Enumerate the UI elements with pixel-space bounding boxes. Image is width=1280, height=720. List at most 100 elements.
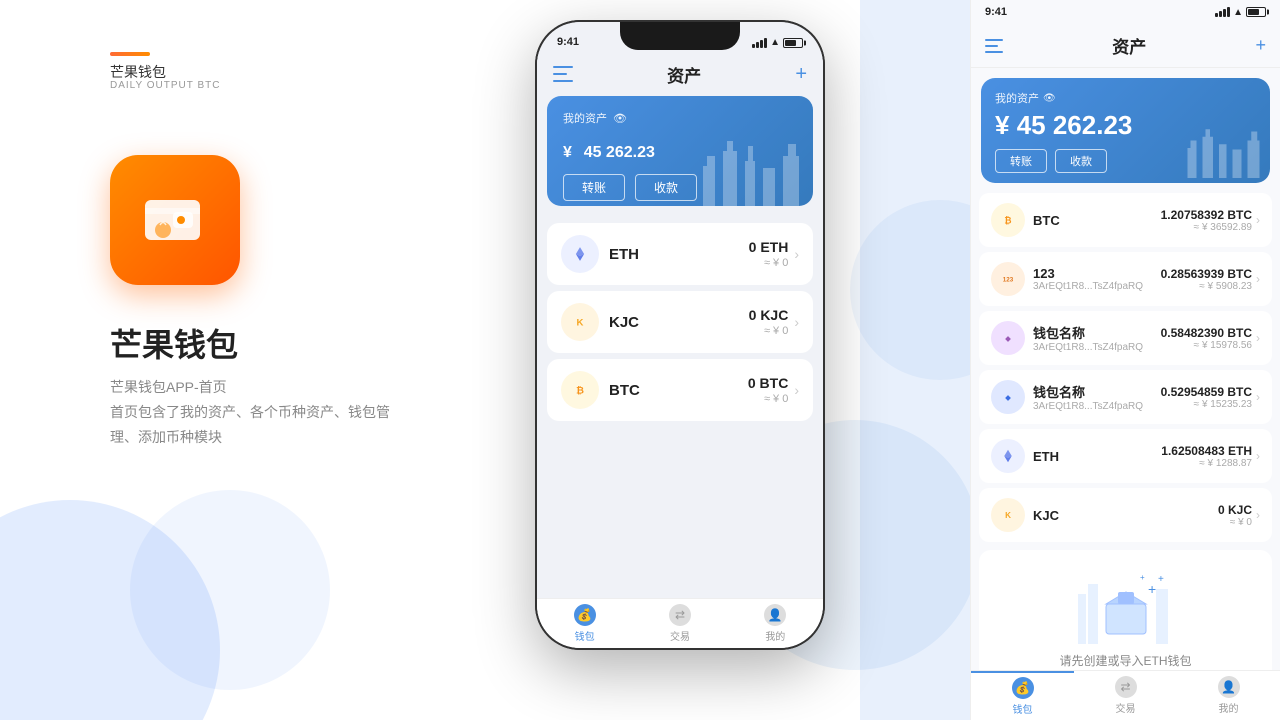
right-coin-item-123[interactable]: 123 123 3ArEQt1R8...TsZ4fpaRQ 0.28563939… [979,252,1272,306]
right-city-decoration [1180,113,1270,183]
right-header-title: 资产 [1112,33,1146,58]
app-icon [110,155,240,285]
right-add-button[interactable]: + [1255,35,1266,56]
svg-text:+: + [1158,574,1164,585]
phone-header: 资产 + [537,52,823,96]
app-name-small: 芒果钱包 [110,62,166,82]
phone-nav-wallet[interactable]: 💰 钱包 [537,599,632,648]
right-wallet2-icon: ◆ [991,380,1025,414]
right-wallet2-arrow-icon: › [1256,390,1260,404]
right-wallet2-info: 钱包名称 3ArEQt1R8...TsZ4fpaRQ [1033,382,1161,412]
right-nav-mine[interactable]: 👤 我的 [1177,671,1280,720]
right-btc-val: 1.20758392 BTC ≈ ¥ 36592.89 [1161,208,1252,233]
desc-line1: 芒果钱包APP-首页 [110,375,410,400]
svg-text:123: 123 [1003,277,1014,284]
app-title: 芒果钱包 [110,320,238,366]
phone-mine-icon: 👤 [764,604,786,626]
right-coin-item-kjc[interactable]: K KJC 0 KJC ≈ ¥ 0 › [979,488,1272,542]
phone-nav-mine[interactable]: 👤 我的 [728,599,823,648]
phone-menu-icon[interactable] [553,66,573,82]
right-wallet1-val: 0.58482390 BTC ≈ ¥ 15978.56 [1161,326,1252,351]
coin-item-kjc[interactable]: K KJC 0 KJC ≈ ¥ 0 › [547,291,813,353]
app-description: 芒果钱包APP-首页 首页包含了我的资产、各个币种资产、钱包管 理、添加币种模块 [110,375,410,451]
right-eth-info: ETH [1033,449,1161,464]
svg-text:K: K [577,318,584,329]
btc-icon: ₿ [561,371,599,409]
right-content: 我的资产 👁 ¥ 45 262.23 转账 收款 [971,68,1280,670]
phone-status-icons: ▲ [752,37,803,48]
svg-text:+: + [1140,573,1145,582]
right-eth-val: 1.62508483 ETH ≈ ¥ 1288.87 [1161,444,1252,469]
right-header: 资产 + [971,24,1280,68]
phone-area: 9:41 ▲ [490,20,870,710]
eth-wallet-section: + + + 请先创建或导入ETH钱包 创建 导入 [979,550,1272,670]
desc-line2: 首页包含了我的资产、各个币种资产、钱包管 [110,400,410,425]
phone-card-label: 我的资产 👁 [563,110,797,126]
svg-text:₿: ₿ [1004,215,1011,225]
right-coin-item-wallet1[interactable]: ◆ 钱包名称 3ArEQt1R8...TsZ4fpaRQ 0.58482390 … [979,311,1272,365]
phone-trade-icon: ⇄ [669,604,691,626]
right-kjc-arrow-icon: › [1256,508,1260,522]
coin-item-eth[interactable]: ETH 0 ETH ≈ ¥ 0 › [547,223,813,285]
right-123-info: 123 3ArEQt1R8...TsZ4fpaRQ [1033,266,1161,292]
phone-nav-trade[interactable]: ⇄ 交易 [632,599,727,648]
right-transfer-button[interactable]: 转账 [995,149,1047,173]
right-wallet1-info: 钱包名称 3ArEQt1R8...TsZ4fpaRQ [1033,323,1161,353]
kjc-icon: K [561,303,599,341]
coin-item-btc[interactable]: ₿ BTC 0 BTC ≈ ¥ 0 › [547,359,813,421]
svg-text:₿: ₿ [576,386,584,397]
svg-text:+: + [1148,581,1156,597]
right-eye-icon[interactable]: 👁 [1043,93,1056,104]
battery-icon [783,38,803,48]
right-eth-icon [991,439,1025,473]
phone-transfer-button[interactable]: 转账 [563,174,625,201]
btc-amount: 0 BTC ≈ ¥ 0 [748,375,788,405]
eth-arrow-icon: › [794,246,799,262]
eye-icon[interactable]: 👁 [613,112,627,125]
right-nav-wallet[interactable]: 💰 钱包 [971,671,1074,720]
right-time: 9:41 [985,6,1007,18]
eth-amount: 0 ETH ≈ ¥ 0 [749,239,789,269]
right-trade-icon: ⇄ [1115,676,1137,698]
phone-frame: 9:41 ▲ [535,20,825,650]
phone-screen: 9:41 ▲ [537,22,823,648]
right-statusbar: 9:41 ▲ [971,0,1280,24]
right-asset-card: 我的资产 👁 ¥ 45 262.23 转账 收款 [981,78,1270,183]
btc-info: BTC [609,382,748,399]
right-receive-button[interactable]: 收款 [1055,149,1107,173]
right-wallet1-icon: ◆ [991,321,1025,355]
right-card-label: 我的资产 👁 [995,90,1256,106]
wifi-icon: ▲ [770,37,780,48]
eth-info: ETH [609,246,749,263]
phone-header-title: 资产 [667,62,701,87]
city-decoration [693,126,813,206]
right-wallet1-arrow-icon: › [1256,331,1260,345]
phone-notch [620,22,740,50]
phone-time: 9:41 [557,36,579,48]
right-coin-item-eth[interactable]: ETH 1.62508483 ETH ≈ ¥ 1288.87 › [979,429,1272,483]
right-eth-arrow-icon: › [1256,449,1260,463]
right-wallet2-val: 0.52954859 BTC ≈ ¥ 15235.23 [1161,385,1252,410]
right-signal-icon [1215,7,1230,17]
right-bottom-nav: 💰 钱包 ⇄ 交易 👤 我的 [971,670,1280,720]
btc-arrow-icon: › [794,382,799,398]
phone-asset-card: 我的资产 👁 ¥ 45 262.23 转账 收款 [547,96,813,206]
phone-wallet-icon: 💰 [574,604,596,626]
bottom-circle-deco2 [130,490,330,690]
right-coin-item-btc[interactable]: ₿ BTC 1.20758392 BTC ≈ ¥ 36592.89 › [979,193,1272,247]
right-btc-arrow-icon: › [1256,213,1260,227]
right-coin-item-wallet2[interactable]: ◆ 钱包名称 3ArEQt1R8...TsZ4fpaRQ 0.52954859 … [979,370,1272,424]
phone-receive-button[interactable]: 收款 [635,174,697,201]
right-nav-trade[interactable]: ⇄ 交易 [1074,671,1177,720]
right-kjc-val: 0 KJC ≈ ¥ 0 [1218,503,1252,528]
right-kjc-icon: K [991,498,1025,532]
right-123-arrow-icon: › [1256,272,1260,286]
right-menu-icon[interactable] [985,39,1003,53]
kjc-arrow-icon: › [794,314,799,330]
right-123-icon: 123 [991,262,1025,296]
kjc-amount: 0 KJC ≈ ¥ 0 [749,307,789,337]
svg-text:K: K [1005,511,1011,520]
right-battery-icon [1246,7,1266,17]
phone-add-button[interactable]: + [795,63,807,86]
right-mine-icon: 👤 [1218,676,1240,698]
